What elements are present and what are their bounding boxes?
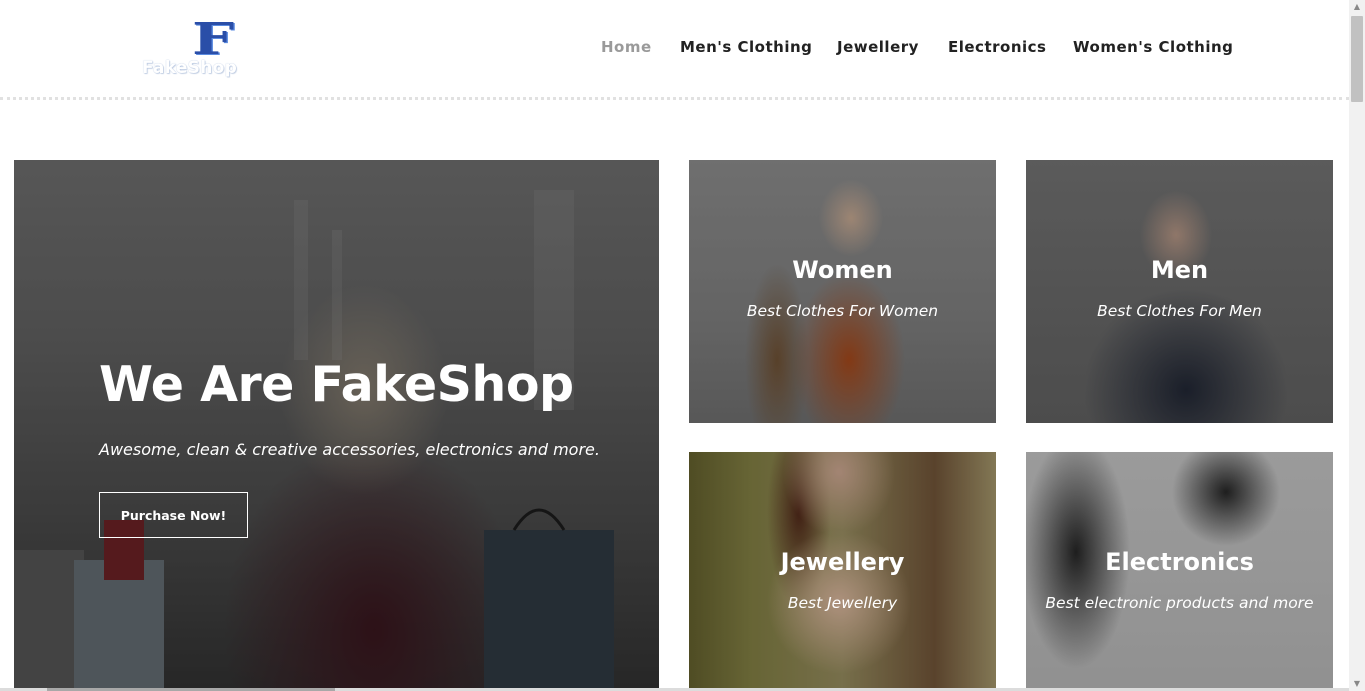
nav-item-home[interactable]: Home bbox=[601, 38, 652, 56]
category-subtitle: Best electronic products and more bbox=[1045, 594, 1314, 612]
hero-overlay bbox=[14, 160, 659, 691]
header-divider bbox=[0, 97, 1349, 100]
card-overlay bbox=[689, 160, 996, 423]
category-subtitle: Best Clothes For Men bbox=[1097, 302, 1262, 320]
main-nav: Home Men's Clothing Jewellery Electronic… bbox=[0, 38, 1349, 62]
category-title: Men bbox=[1150, 256, 1209, 284]
category-card-electronics[interactable]: Electronics Best electronic products and… bbox=[1026, 452, 1333, 691]
category-title: Jewellery bbox=[780, 548, 905, 576]
nav-item-womens-clothing[interactable]: Women's Clothing bbox=[1073, 38, 1233, 56]
category-title: Electronics bbox=[1105, 548, 1254, 576]
category-card-men[interactable]: Men Best Clothes For Men bbox=[1026, 160, 1333, 423]
site-header: F FakeShop Home Men's Clothing Jewellery… bbox=[0, 0, 1349, 100]
card-overlay bbox=[1026, 160, 1333, 423]
category-card-jewellery[interactable]: Jewellery Best Jewellery bbox=[689, 452, 996, 691]
scrollbar-thumb[interactable] bbox=[1351, 16, 1363, 102]
hero-banner: We Are FakeShop Awesome, clean & creativ… bbox=[14, 160, 659, 691]
purchase-now-button[interactable]: Purchase Now! bbox=[99, 492, 248, 538]
category-subtitle: Best Jewellery bbox=[787, 594, 898, 612]
category-card-women[interactable]: Women Best Clothes For Women bbox=[689, 160, 996, 423]
scroll-up-arrow-icon[interactable]: ▲ bbox=[1349, 0, 1365, 14]
hero-subtitle: Awesome, clean & creative accessories, e… bbox=[99, 440, 600, 459]
nav-item-jewellery[interactable]: Jewellery bbox=[837, 38, 919, 56]
hero-title: We Are FakeShop bbox=[99, 356, 574, 413]
vertical-scrollbar[interactable]: ▲ ▼ bbox=[1349, 0, 1365, 691]
nav-item-electronics[interactable]: Electronics bbox=[948, 38, 1046, 56]
scroll-down-arrow-icon[interactable]: ▼ bbox=[1349, 677, 1365, 691]
category-title: Women bbox=[792, 256, 893, 284]
category-subtitle: Best Clothes For Women bbox=[746, 302, 939, 320]
nav-item-mens-clothing[interactable]: Men's Clothing bbox=[680, 38, 812, 56]
